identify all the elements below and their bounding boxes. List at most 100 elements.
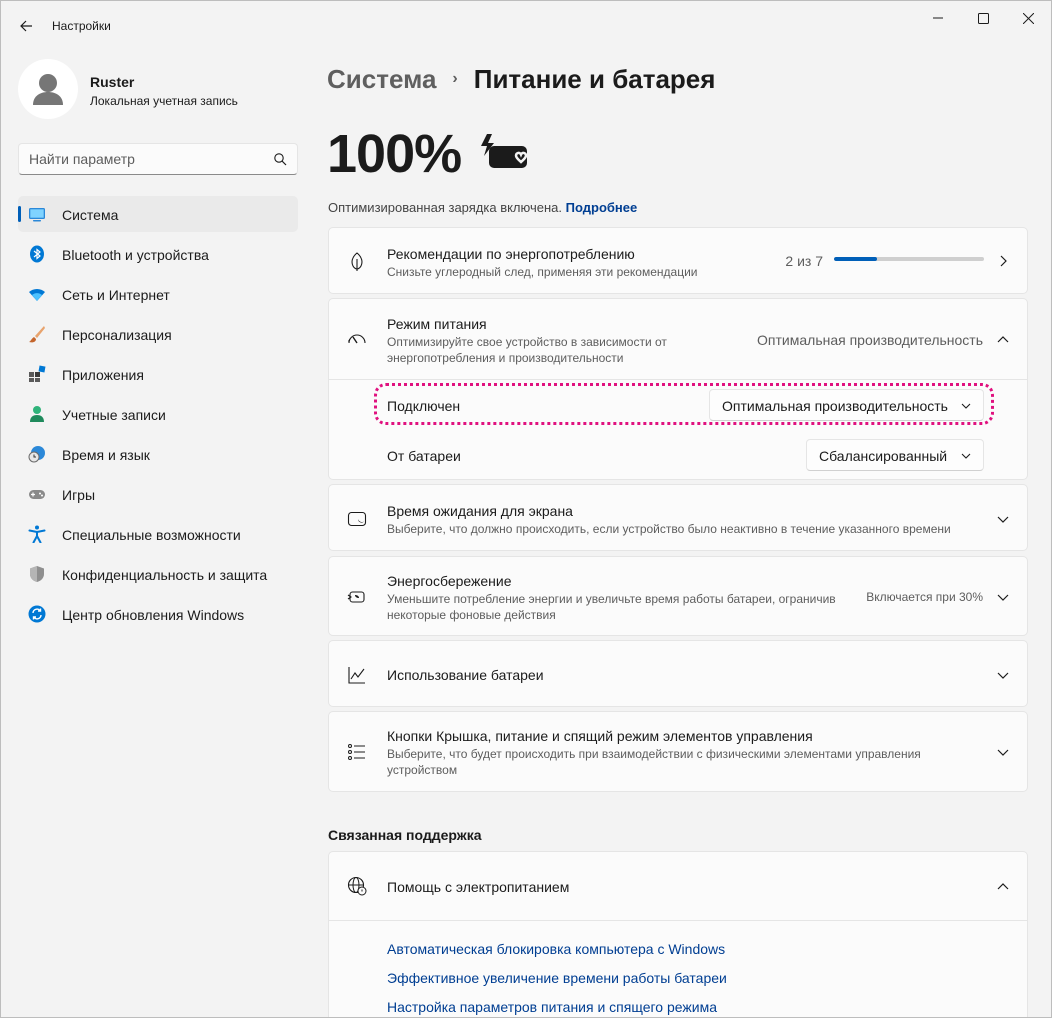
learn-more-link[interactable]: Подробнее [566, 200, 638, 215]
avatar [18, 59, 78, 119]
globe-help-icon [347, 876, 367, 896]
sidebar-item-label: Игры [62, 487, 96, 503]
sidebar-item-label: Центр обновления Windows [62, 607, 245, 623]
user-avatar-icon [33, 74, 63, 105]
breadcrumb-parent-link[interactable]: Система [327, 64, 436, 95]
apps-icon [29, 365, 46, 382]
back-button[interactable] [11, 11, 41, 41]
charge-status-text: Оптимизированная зарядка включена. [328, 200, 563, 215]
screen-timeout-card[interactable]: Время ожидания для экрана Выберите, что … [328, 484, 1028, 551]
sidebar-item-windows-update[interactable]: Центр обновления Windows [18, 596, 298, 632]
recommendations-count: 2 из 7 [785, 253, 823, 269]
sidebar-item-network[interactable]: Сеть и Интернет [18, 276, 298, 312]
card-subtitle-line1: Оптимизируйте свое устройство в зависимо… [387, 335, 667, 349]
chevron-down-icon [997, 594, 1009, 601]
sidebar-item-apps[interactable]: Приложения [18, 356, 298, 392]
shield-icon [30, 566, 44, 582]
lid-power-buttons-card[interactable]: Кнопки Крышка, питание и спящий режим эл… [328, 711, 1028, 792]
sidebar-item-label: Специальные возможности [62, 527, 241, 543]
chevron-up-icon [997, 336, 1009, 343]
sidebar-item-system[interactable]: Система [18, 196, 298, 232]
usage-chart-icon [348, 667, 365, 684]
chevron-down-icon [961, 453, 971, 459]
sidebar-item-label: Конфиденциальность и защита [62, 567, 268, 583]
search-icon [274, 153, 287, 166]
power-help-header[interactable]: Помощь с электропитанием [329, 852, 1027, 920]
sidebar-item-bluetooth[interactable]: Bluetooth и устройства [18, 236, 298, 272]
card-subtitle-line1: Уменьшите потребление энергии и увеличьт… [387, 592, 836, 606]
card-subtitle-line1: Выберите, что будет происходить при взаи… [387, 747, 921, 761]
divider [329, 920, 1027, 921]
sidebar-item-accessibility[interactable]: Специальные возможности [18, 516, 298, 552]
card-subtitle-line2: устройством [387, 763, 458, 777]
sidebar-item-label: Время и язык [62, 447, 150, 463]
account-type: Локальная учетная запись [90, 94, 238, 108]
energy-saver-card[interactable]: Энергосбережение Уменьшите потребление э… [328, 556, 1028, 636]
close-icon [1022, 12, 1034, 24]
on-battery-label: От батареи [387, 448, 461, 464]
battery-percentage: 100% [327, 124, 462, 184]
card-subtitle: Снизьте углеродный след, применяя эти ре… [387, 265, 698, 279]
update-icon [28, 605, 46, 623]
settings-window: Настройки Ruster Локальная учетная запис… [0, 0, 1052, 1018]
user-profile[interactable]: Ruster Локальная учетная запись [18, 59, 298, 119]
minimize-button[interactable] [915, 3, 961, 33]
controls-list-icon [348, 744, 365, 760]
close-button[interactable] [1005, 3, 1051, 33]
energy-saver-value: Включается при 30% [866, 590, 983, 604]
maximize-button[interactable] [960, 3, 1006, 33]
on-battery-dropdown[interactable]: Сбалансированный [806, 439, 984, 471]
maximize-icon [977, 12, 989, 24]
card-title: Время ожидания для экрана [387, 503, 573, 519]
sidebar-item-personalization[interactable]: Персонализация [18, 316, 298, 352]
chevron-down-icon [997, 672, 1009, 679]
battery-usage-card[interactable]: Использование батареи [328, 640, 1028, 707]
sidebar-item-privacy[interactable]: Конфиденциальность и защита [18, 556, 298, 592]
battery-saver-icon [347, 591, 365, 603]
page-title: Питание и батарея [473, 63, 716, 94]
card-title: Рекомендации по энергопотреблению [387, 246, 635, 262]
sidebar-item-label: Сеть и Интернет [62, 287, 170, 303]
screen-sleep-icon [347, 511, 367, 527]
charge-status-line: Оптимизированная зарядка включена. Подро… [328, 200, 637, 215]
power-help-card: Помощь с электропитанием Автоматическая … [328, 851, 1028, 1017]
support-link[interactable]: Настройка параметров питания и спящего р… [387, 999, 717, 1015]
breadcrumb: Система › Питание и батарея [327, 61, 715, 97]
card-title: Помощь с электропитанием [387, 879, 570, 895]
back-arrow-icon [20, 20, 32, 32]
battery-charging-icon [481, 134, 528, 168]
recommendations-progress-bar [834, 257, 984, 261]
system-icon [29, 208, 45, 222]
title-bar: Настройки [1, 1, 1051, 51]
card-title: Режим питания [387, 316, 487, 332]
search-input[interactable] [29, 151, 259, 167]
support-link[interactable]: Эффективное увеличение времени работы ба… [387, 970, 727, 986]
sidebar-item-label: Bluetooth и устройства [62, 247, 209, 263]
card-title: Использование батареи [387, 667, 544, 683]
sidebar-item-label: Учетные записи [62, 407, 166, 423]
sidebar-item-label: Приложения [62, 367, 144, 383]
app-title: Настройки [52, 19, 111, 33]
power-mode-header[interactable]: Режим питания Оптимизируйте свое устройс… [329, 299, 1027, 379]
sidebar-nav: Система Bluetooth и устройства Сеть и Ин… [18, 196, 298, 636]
breadcrumb-separator-icon: › [452, 70, 458, 87]
support-link[interactable]: Автоматическая блокировка компьютера с W… [387, 941, 725, 957]
leaf-icon [351, 252, 363, 271]
highlight-annotation [374, 383, 994, 425]
energy-recommendations-card[interactable]: Рекомендации по энергопотреблению Снизьт… [328, 227, 1028, 294]
divider [329, 379, 1027, 380]
accounts-icon [30, 406, 44, 422]
chevron-down-icon [997, 516, 1009, 523]
power-mode-value: Оптимальная производительность [757, 332, 983, 348]
user-name: Ruster [90, 74, 135, 90]
card-subtitle: Выберите, что должно происходить, если у… [387, 522, 951, 536]
search-box[interactable] [18, 143, 298, 175]
sidebar-item-label: Персонализация [62, 327, 172, 343]
bluetooth-icon [30, 245, 44, 263]
card-title: Кнопки Крышка, питание и спящий режим эл… [387, 728, 813, 744]
sidebar-item-time-language[interactable]: Время и язык [18, 436, 298, 472]
card-title: Энергосбережение [387, 573, 512, 589]
sidebar-item-accounts[interactable]: Учетные записи [18, 396, 298, 432]
chevron-down-icon [997, 749, 1009, 756]
sidebar-item-gaming[interactable]: Игры [18, 476, 298, 512]
